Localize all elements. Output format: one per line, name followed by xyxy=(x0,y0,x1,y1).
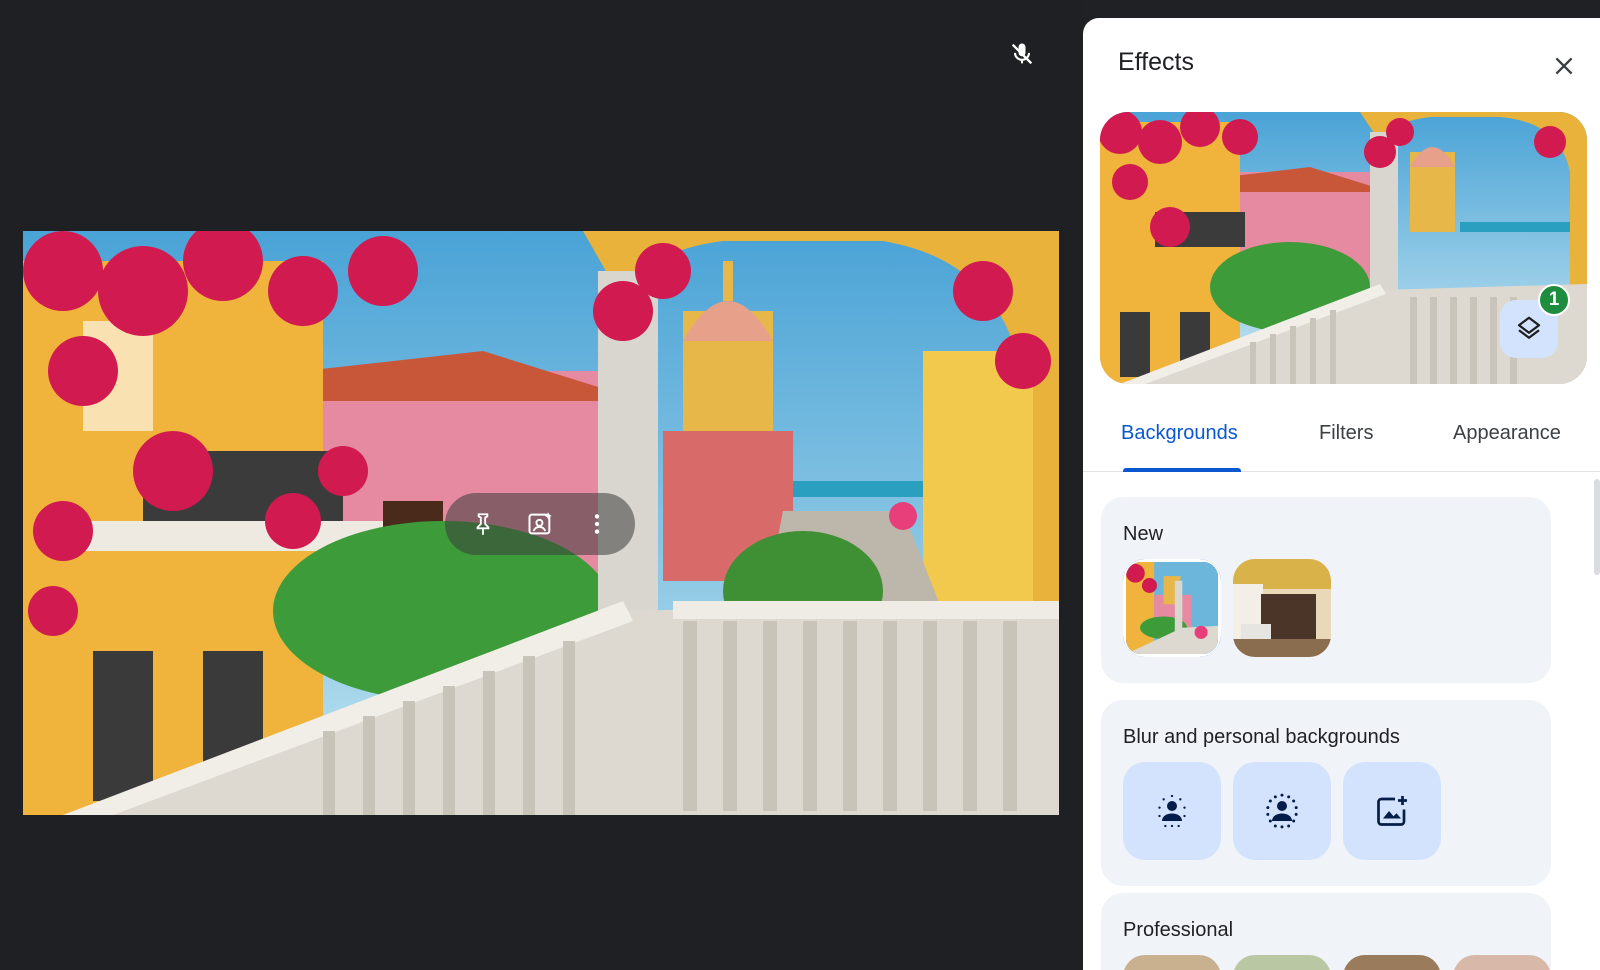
panel-title: Effects xyxy=(1118,48,1194,76)
add-image-icon xyxy=(1377,796,1407,826)
professional-backgrounds-list xyxy=(1123,955,1551,970)
new-backgrounds-list xyxy=(1123,559,1331,657)
balcony-thumbnail-image xyxy=(1123,559,1221,657)
background-blur-icon xyxy=(1266,793,1298,829)
pin-button[interactable] xyxy=(463,504,503,544)
section-title-blur: Blur and personal backgrounds xyxy=(1123,726,1400,748)
close-button[interactable] xyxy=(1546,48,1582,84)
tab-filters[interactable]: Filters xyxy=(1319,422,1373,445)
slight-blur-button[interactable] xyxy=(1123,762,1221,860)
close-icon xyxy=(1555,57,1573,75)
slight-blur-icon xyxy=(1158,794,1186,828)
professional-option-4[interactable] xyxy=(1453,955,1551,970)
background-option-balcony[interactable] xyxy=(1123,559,1221,657)
frame-button[interactable] xyxy=(520,504,560,544)
section-professional: Professional xyxy=(1101,893,1551,970)
upload-background-button[interactable] xyxy=(1343,762,1441,860)
more-options-button[interactable] xyxy=(577,504,617,544)
pin-icon xyxy=(476,513,490,535)
effects-tabs: Backgrounds Filters Appearance xyxy=(1083,414,1600,472)
professional-option-1[interactable] xyxy=(1123,955,1221,970)
scrollbar-thumb[interactable] xyxy=(1594,479,1600,575)
section-new: New xyxy=(1101,497,1551,683)
tab-backgrounds[interactable]: Backgrounds xyxy=(1121,422,1238,445)
section-title-professional: Professional xyxy=(1123,919,1234,941)
effects-panel: Effects 1 Backgrounds Filters Appearance… xyxy=(1083,18,1600,970)
blur-options-list xyxy=(1123,762,1441,860)
professional-option-3[interactable] xyxy=(1343,955,1441,970)
section-blur-personal: Blur and personal backgrounds xyxy=(1101,700,1551,886)
layers-icon xyxy=(1517,316,1541,339)
lounge-thumbnail-image xyxy=(1233,559,1331,657)
full-blur-button[interactable] xyxy=(1233,762,1331,860)
effects-preview: 1 xyxy=(1100,112,1587,384)
mic-off-icon xyxy=(1008,40,1036,68)
portrait-frame-icon xyxy=(528,512,552,535)
section-title-new: New xyxy=(1123,523,1164,545)
applied-effects-count-badge: 1 xyxy=(1538,284,1570,316)
tile-hover-controls xyxy=(445,493,635,555)
video-stage xyxy=(0,0,1082,970)
background-option-lounge[interactable] xyxy=(1233,559,1331,657)
tab-appearance[interactable]: Appearance xyxy=(1453,422,1561,445)
self-video-tile[interactable] xyxy=(23,231,1059,815)
more-vert-icon xyxy=(594,514,599,534)
active-tab-indicator xyxy=(1123,468,1241,472)
professional-option-2[interactable] xyxy=(1233,955,1331,970)
